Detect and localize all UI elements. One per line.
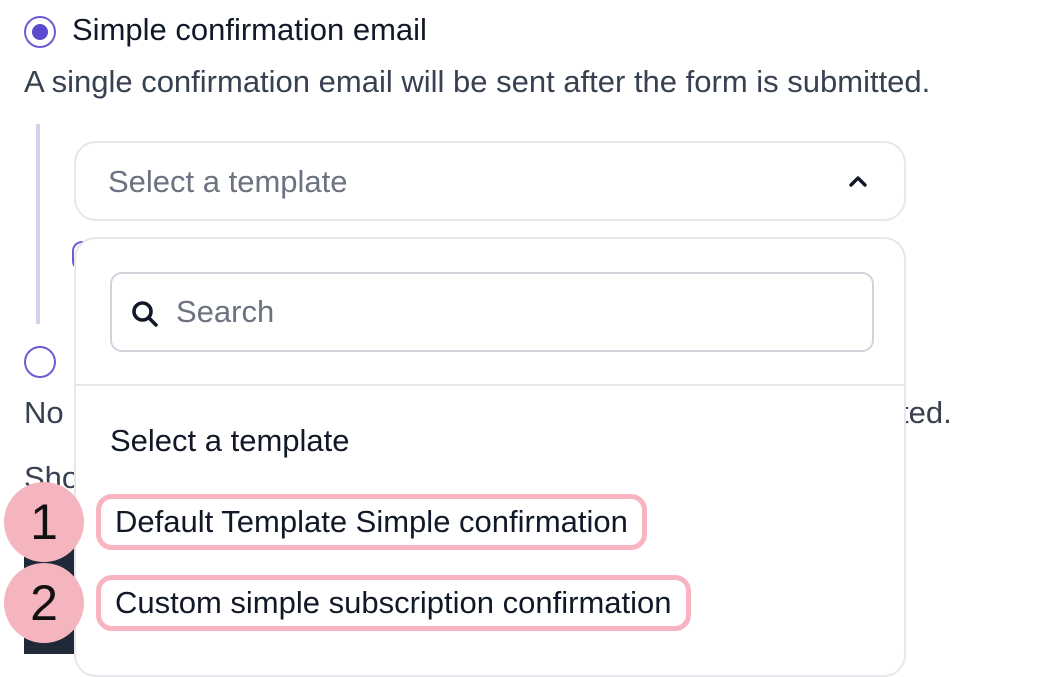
template-select[interactable]: Select a template	[74, 141, 906, 221]
simple-confirmation-label[interactable]: Simple confirmation email	[72, 12, 427, 48]
option-default-template[interactable]: Default Template Simple confirmation	[96, 494, 647, 550]
search-field[interactable]	[110, 272, 874, 352]
search-icon	[132, 301, 158, 327]
second-option-description-end: ted.	[900, 395, 952, 430]
second-option-description-start: No	[24, 395, 64, 430]
second-option-radio[interactable]	[24, 346, 56, 378]
indent-bar	[36, 124, 40, 324]
marker-1: 1	[4, 482, 84, 562]
marker-2: 2	[4, 563, 84, 643]
dropdown-divider	[76, 384, 904, 386]
template-select-placeholder: Select a template	[108, 164, 348, 199]
option-custom-template[interactable]: Custom simple subscription confirmation	[96, 575, 691, 631]
template-dropdown: Select a template Default Template Simpl…	[74, 237, 906, 677]
chevron-up-icon	[849, 176, 867, 187]
simple-confirmation-description: A single confirmation email will be sent…	[24, 64, 931, 99]
simple-confirmation-radio[interactable]	[24, 16, 56, 48]
option-select-a-template[interactable]: Select a template	[110, 423, 350, 459]
search-input[interactable]	[176, 286, 836, 338]
